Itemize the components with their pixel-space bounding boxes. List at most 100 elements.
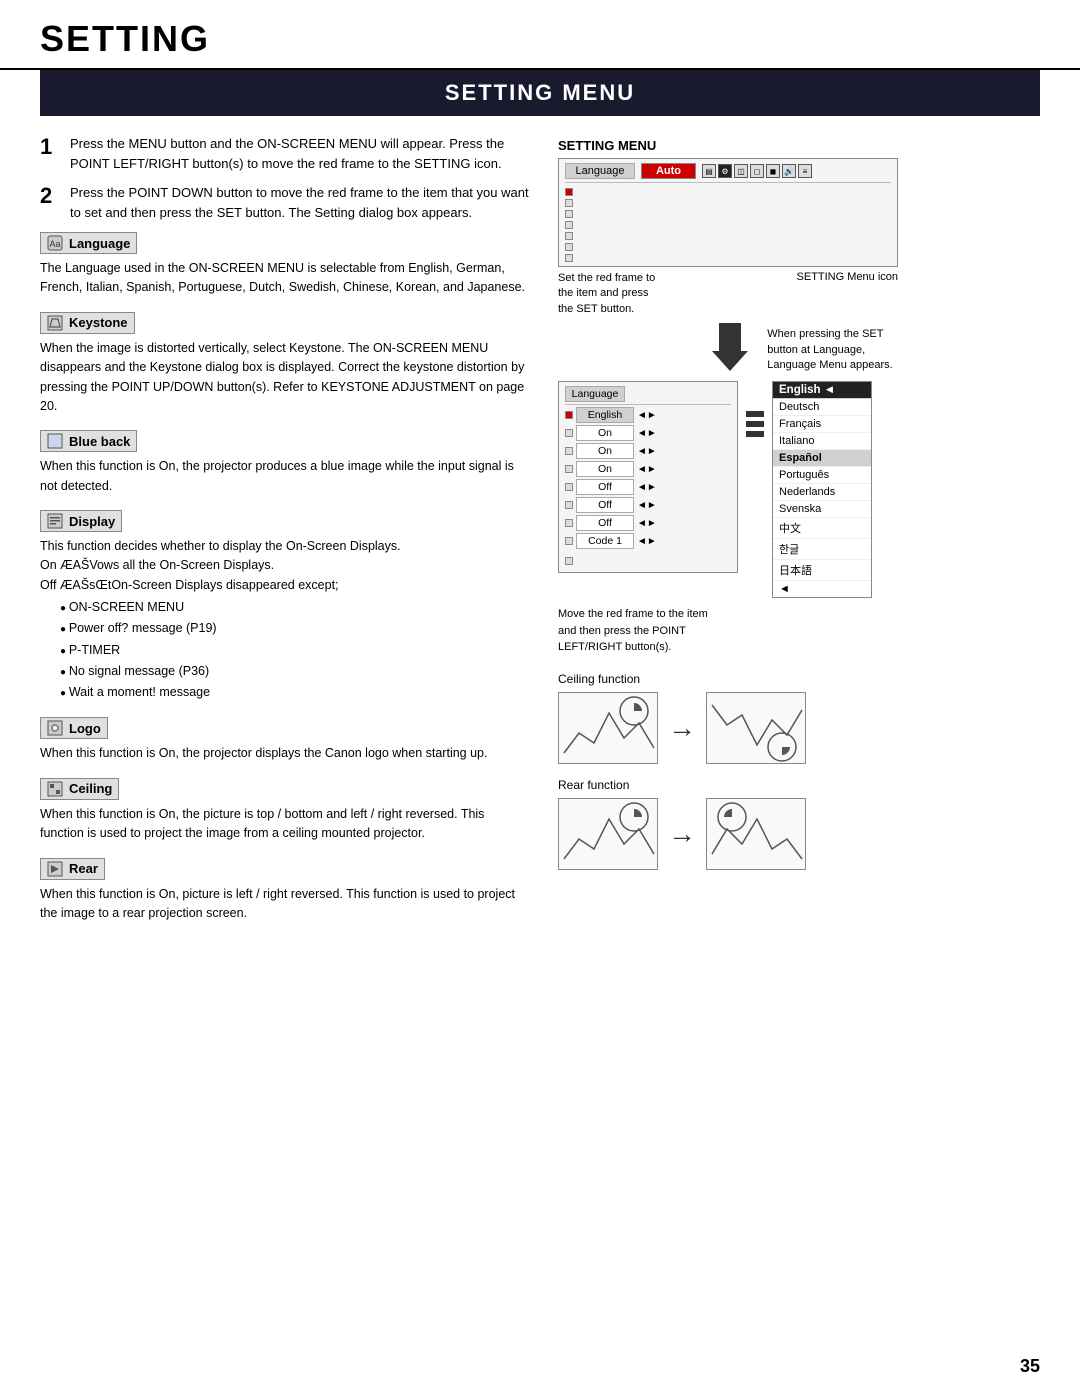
- lang-header-cell: Language: [565, 386, 625, 402]
- arrow-annotation: When pressing the SET button at Language…: [767, 327, 892, 373]
- logo-header: Logo: [40, 717, 108, 739]
- bullet-ptimer: P-TIMER: [60, 640, 530, 661]
- ceiling-diagram-after: [706, 692, 806, 764]
- dot-2: [565, 199, 573, 207]
- setting-keystone: Keystone When the image is distorted ver…: [40, 312, 530, 417]
- arrow-r1: ◄►: [637, 428, 657, 439]
- annotation-right: SETTING Menu icon: [797, 271, 898, 317]
- dot-7: [565, 254, 573, 262]
- arrow-r2: ◄►: [637, 446, 657, 457]
- annotation-left: Set the red frame to the item and press …: [558, 271, 655, 317]
- menu-icon-1: ▤: [702, 164, 716, 178]
- thick-line-1: [746, 411, 764, 417]
- step-1-text: Press the MENU button and the ON-SCREEN …: [70, 134, 530, 173]
- arrow-ann-line3: Language Menu appears.: [767, 358, 892, 373]
- rear-icon: [47, 861, 63, 877]
- rear-label: Rear: [69, 861, 98, 876]
- keystone-label: Keystone: [69, 315, 128, 330]
- menu-icon-row: ▤ ⚙ ◫ ◻ ◼ 🔊 ≡: [702, 164, 812, 178]
- lang-item-korean: 한글: [773, 539, 871, 560]
- arrow-r6: ◄►: [637, 518, 657, 529]
- dot-r1: [565, 429, 573, 437]
- lang-item-chinese: 中文: [773, 518, 871, 539]
- setting-blue-back: Blue back When this function is On, the …: [40, 430, 530, 496]
- display-desc: This function decides whether to display…: [40, 537, 530, 556]
- lang-item-portugues: Português: [773, 467, 871, 484]
- dot-5: [565, 232, 573, 240]
- svg-text:Aa: Aa: [49, 239, 60, 249]
- dot-bottom: [565, 557, 573, 565]
- blue-back-desc: When this function is On, the projector …: [40, 457, 530, 496]
- ceiling-diagrams: →: [558, 692, 1040, 764]
- bullet-nosignal: No signal message (P36): [60, 661, 530, 682]
- row-val-5: Off: [576, 497, 634, 513]
- left-column: 1 Press the MENU button and the ON-SCREE…: [40, 134, 530, 937]
- main-layout: 1 Press the MENU button and the ON-SCREE…: [0, 134, 1080, 937]
- display-label: Display: [69, 514, 115, 529]
- thick-lines: [746, 411, 764, 437]
- bullet-onscreen: ON-SCREEN MENU: [60, 597, 530, 618]
- dot-r3: [565, 465, 573, 473]
- language-list: English ◄ Deutsch Français Italiano Espa…: [772, 381, 872, 598]
- row-val-1: On: [576, 425, 634, 441]
- ceiling-label: Ceiling: [69, 781, 112, 796]
- lang-item-svenska: Svenska: [773, 501, 871, 518]
- dot-3: [565, 210, 573, 218]
- rear-desc: When this function is On, picture is lef…: [40, 885, 530, 924]
- lang-arrow-icon: ◄►: [637, 410, 657, 421]
- language-mini-menu: Language English ◄► On ◄►: [558, 381, 738, 573]
- lang-row-lang: English ◄►: [565, 407, 731, 423]
- display-sub-off: Off ÆAŠsŒtOn-Screen Displays disappeared…: [40, 576, 530, 595]
- language-section: Language English ◄► On ◄►: [558, 381, 1040, 598]
- menu-content-area: [577, 186, 891, 262]
- thick-line-3: [746, 431, 764, 437]
- lang-header-row: Language: [565, 386, 731, 405]
- dot-r6: [565, 519, 573, 527]
- dot-4: [565, 221, 573, 229]
- keystone-header: Keystone: [40, 312, 135, 334]
- display-icon: [47, 513, 63, 529]
- lang-item-deutsch: Deutsch: [773, 399, 871, 416]
- menu-sidebar-area: [565, 186, 891, 262]
- display-header: Display: [40, 510, 122, 532]
- language-header: Aa Language: [40, 232, 137, 254]
- dot-r4: [565, 483, 573, 491]
- arrow-shaft: [719, 323, 741, 351]
- row-val-7: Code 1: [576, 533, 634, 549]
- dot-1: [565, 188, 573, 196]
- lang-row-2: On ◄►: [565, 443, 731, 459]
- language-annotation: Move the red frame to the item and then …: [558, 606, 1040, 656]
- logo-desc: When this function is On, the projector …: [40, 744, 530, 763]
- logo-label: Logo: [69, 721, 101, 736]
- dot-r2: [565, 447, 573, 455]
- menu-icon-6: 🔊: [782, 164, 796, 178]
- step-2: 2 Press the POINT DOWN button to move th…: [40, 183, 530, 222]
- page-number: 35: [1020, 1356, 1040, 1377]
- blue-back-header: Blue back: [40, 430, 137, 452]
- rear-diagrams: →: [558, 798, 1040, 870]
- rear-header: Rear: [40, 858, 105, 880]
- lang-row-3: On ◄►: [565, 461, 731, 477]
- setting-language: Aa Language The Language used in the ON-…: [40, 232, 530, 298]
- step-2-number: 2: [40, 183, 62, 222]
- menu-icon-4: ◻: [750, 164, 764, 178]
- ceiling-icon: [47, 781, 63, 797]
- bullet-poweroff: Power off? message (P19): [60, 618, 530, 639]
- lang-item-japanese: 日本語: [773, 560, 871, 581]
- lang-item-italiano: Italiano: [773, 433, 871, 450]
- arrow-r7: ◄►: [637, 536, 657, 547]
- dot-r5: [565, 501, 573, 509]
- ceiling-arrow-right: →: [668, 712, 696, 744]
- logo-icon: [47, 720, 63, 736]
- section-banner: SETTING MENU: [40, 70, 1040, 116]
- step-2-text: Press the POINT DOWN button to move the …: [70, 183, 530, 222]
- arrow-ann-line1: When pressing the SET: [767, 327, 892, 342]
- lang-row-5: Off ◄►: [565, 497, 731, 513]
- lang-item-nederlands: Nederlands: [773, 484, 871, 501]
- arrow-r4: ◄►: [637, 482, 657, 493]
- menu-sidebar-dots: [565, 186, 573, 262]
- bullet-wait: Wait a moment! message: [60, 682, 530, 703]
- lang-item-extra: ◄: [773, 581, 871, 597]
- arrow-down-shape: [705, 323, 755, 373]
- blue-back-label: Blue back: [69, 434, 130, 449]
